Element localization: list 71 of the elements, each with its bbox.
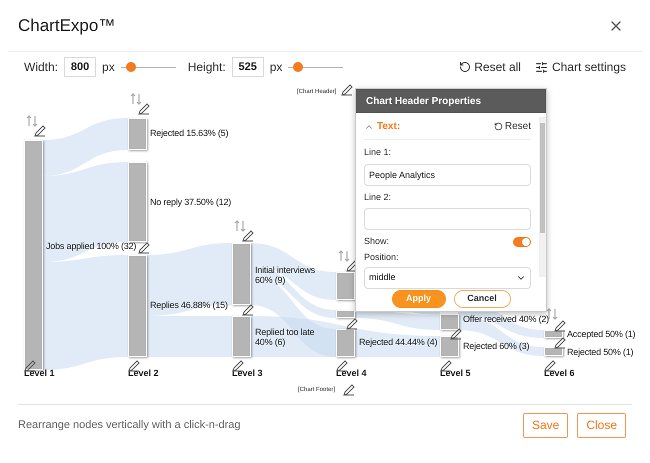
- position-select[interactable]: middle: [364, 267, 531, 289]
- sankey-node[interactable]: [128, 255, 147, 357]
- show-toggle[interactable]: [513, 236, 531, 247]
- pencil-icon[interactable]: [346, 260, 358, 272]
- slider-thumb[interactable]: [126, 62, 136, 72]
- show-label: Show:: [364, 235, 390, 248]
- level-label: Level 6: [544, 367, 575, 380]
- node-label: Jobs applied 100% (32): [46, 241, 136, 251]
- node-label: Offer received 40% (2): [463, 314, 549, 324]
- node-label: Replies 46.88% (15): [150, 300, 228, 310]
- node-label: Initial interviews 60% (9): [255, 265, 316, 285]
- node-label: Rejected 60% (3): [463, 341, 530, 351]
- width-label: Width:: [24, 59, 58, 76]
- height-field[interactable]: 525: [232, 57, 264, 77]
- pencil-icon[interactable]: [554, 320, 566, 332]
- sankey-node[interactable]: [336, 272, 355, 300]
- node-label: Rejected 44.44% (4): [359, 337, 438, 347]
- sankey-node[interactable]: [24, 140, 43, 370]
- pencil-icon[interactable]: [242, 304, 254, 316]
- pencil-icon[interactable]: [346, 318, 358, 330]
- unit-label: px: [102, 59, 115, 76]
- chart-settings-button[interactable]: Chart settings: [534, 58, 626, 76]
- node-label: Rejected 15.63% (5): [150, 128, 228, 138]
- sankey-node[interactable]: [440, 336, 459, 357]
- pencil-icon[interactable]: [450, 328, 462, 340]
- cancel-button[interactable]: Cancel: [454, 290, 510, 308]
- flow-ribbon[interactable]: [250, 265, 336, 318]
- pencil-icon[interactable]: [242, 230, 254, 242]
- pencil-icon[interactable]: [138, 242, 150, 254]
- height-label: Height:: [188, 59, 226, 76]
- node-label: Accepted 50% (1): [567, 329, 636, 339]
- level-label: Level 2: [128, 367, 159, 380]
- level-label: Level 1: [24, 367, 55, 380]
- reset-icon: [459, 61, 472, 73]
- unit-label: px: [270, 59, 282, 76]
- pencil-icon[interactable]: [34, 125, 46, 137]
- sankey-node[interactable]: [544, 347, 563, 356]
- slider-thumb[interactable]: [293, 62, 304, 72]
- sankey-node[interactable]: [232, 243, 251, 305]
- sankey-node[interactable]: [440, 314, 459, 330]
- flow-ribbon[interactable]: [250, 243, 336, 300]
- node-label: Rejected 50% (1): [567, 347, 634, 357]
- panel-title: Chart Header Properties: [356, 89, 546, 113]
- line-1-field[interactable]: People Analytics: [364, 164, 531, 186]
- pencil-icon[interactable]: [554, 337, 566, 349]
- sankey-node[interactable]: [232, 316, 251, 357]
- node-label: No reply 37.50% (12): [150, 197, 232, 207]
- reset-button[interactable]: Reset: [494, 119, 531, 134]
- pencil-icon[interactable]: [341, 84, 353, 96]
- sankey-node[interactable]: [336, 310, 355, 318]
- node-label: Replied too late 40% (6): [255, 327, 316, 347]
- settings-icon: [534, 60, 548, 74]
- level-label: Level 4: [336, 367, 367, 380]
- reset-icon: [494, 122, 503, 131]
- hint-text: Rearrange nodes vertically with a click-n-drag: [18, 418, 241, 433]
- position-label: Position:: [364, 250, 400, 264]
- level-label: Level 5: [440, 367, 471, 380]
- sankey-node[interactable]: [128, 118, 147, 150]
- level-label: Level 3: [232, 367, 263, 380]
- sankey-node[interactable]: [336, 329, 355, 357]
- scrollbar[interactable]: [539, 117, 546, 277]
- line-2-label: Line 2:: [364, 190, 392, 204]
- pencil-icon[interactable]: [343, 384, 355, 396]
- window-title: ChartExpo™: [18, 14, 116, 37]
- width-field[interactable]: 800: [64, 57, 96, 77]
- pencil-icon[interactable]: [138, 103, 150, 115]
- line-1-label: Line 1:: [364, 146, 392, 159]
- reset-all-button[interactable]: Reset all: [459, 58, 521, 76]
- sankey-node[interactable]: [544, 330, 563, 338]
- line-2-field[interactable]: [364, 208, 531, 230]
- sankey-node[interactable]: [128, 162, 147, 242]
